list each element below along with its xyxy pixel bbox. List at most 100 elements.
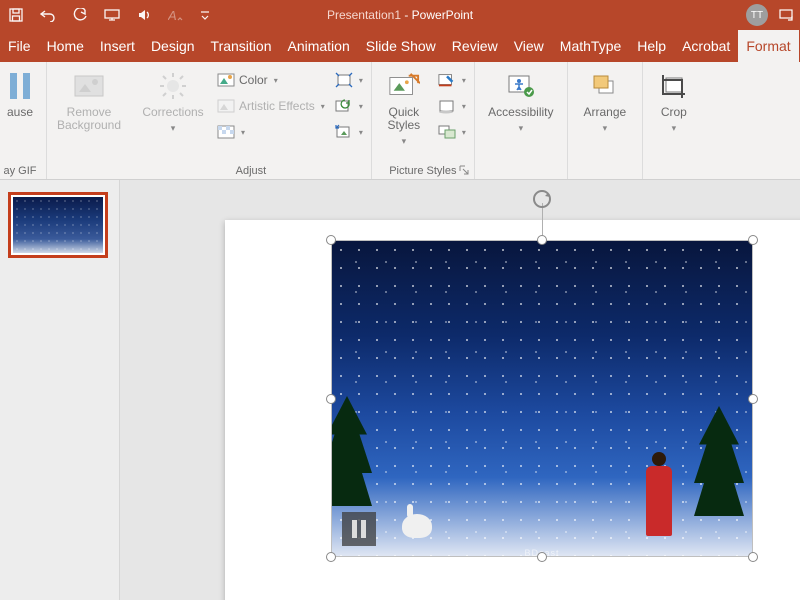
- change-picture-icon: [335, 97, 353, 115]
- chevron-down-icon: ▾: [603, 123, 608, 134]
- chevron-down-icon: ▾: [462, 102, 466, 111]
- tab-design[interactable]: Design: [143, 30, 203, 62]
- compress-pictures-button[interactable]: ▾: [333, 68, 365, 92]
- app-name: PowerPoint: [412, 8, 473, 22]
- chevron-down-icon: ▾: [321, 102, 325, 111]
- accessibility-button[interactable]: Accessibility ▾: [481, 66, 561, 134]
- group-accessibility: Accessibility ▾: [475, 62, 568, 179]
- crop-button[interactable]: Crop ▾: [649, 66, 699, 134]
- workspace: BDcast: [0, 180, 800, 600]
- slide-thumbnail-panel: [0, 180, 120, 600]
- quick-styles-button[interactable]: Quick Styles ▾: [378, 66, 430, 147]
- picture-layout-icon: [438, 123, 456, 141]
- compress-pictures-icon: [335, 71, 353, 89]
- chevron-down-icon: ▾: [359, 102, 363, 111]
- chevron-down-icon: ▾: [359, 128, 363, 137]
- tab-file[interactable]: File: [0, 30, 39, 62]
- crop-icon: [658, 70, 690, 102]
- ribbon: ause ay GIF Remove Background Correction…: [0, 62, 800, 180]
- resize-handle-sw[interactable]: [326, 552, 336, 562]
- tab-help[interactable]: Help: [629, 30, 674, 62]
- resize-handle-ne[interactable]: [748, 235, 758, 245]
- artistic-effects-icon: [217, 97, 235, 115]
- group-size: Crop ▾: [643, 62, 705, 179]
- dialog-launcher-icon[interactable]: [459, 164, 471, 176]
- tab-slideshow[interactable]: Slide Show: [358, 30, 444, 62]
- quick-access-toolbar: A: [0, 7, 210, 23]
- tab-review[interactable]: Review: [444, 30, 506, 62]
- thumbnail-preview: [13, 197, 103, 253]
- pause-gif-button[interactable]: ause: [0, 66, 40, 119]
- group-picture-styles: Quick Styles ▾ ▾ ▾ ▾ Picture Styles: [372, 62, 475, 179]
- transparency-button[interactable]: ▾: [215, 120, 327, 144]
- figure-girl: [646, 466, 672, 536]
- chevron-down-icon: ▾: [462, 76, 466, 85]
- arrange-icon: [589, 70, 621, 102]
- title-bar: A Presentation1 - PowerPoint TT: [0, 0, 800, 30]
- selected-picture[interactable]: BDcast: [332, 241, 752, 556]
- chevron-down-icon: ▾: [462, 128, 466, 137]
- tab-view[interactable]: View: [506, 30, 552, 62]
- arrange-button[interactable]: Arrange ▾: [574, 66, 636, 134]
- figure-rabbit: [402, 514, 432, 538]
- redo-icon[interactable]: [72, 7, 88, 23]
- remove-background-button[interactable]: Remove Background: [53, 66, 125, 132]
- picture-border-icon: [438, 71, 456, 89]
- ribbon-display-options-icon[interactable]: [778, 7, 794, 23]
- picture-layout-button[interactable]: ▾: [436, 120, 468, 144]
- group-arrange: Arrange ▾: [568, 62, 643, 179]
- group-adjust: Corrections ▾ Color▾ Artistic Effects▾ ▾: [131, 62, 372, 179]
- svg-text:A: A: [168, 8, 177, 22]
- chevron-down-icon: ▾: [672, 123, 677, 134]
- ribbon-tab-strip: File Home Insert Design Transition Anima…: [0, 30, 800, 62]
- color-icon: [217, 71, 235, 89]
- user-avatar[interactable]: TT: [746, 4, 768, 26]
- chevron-down-icon: ▾: [274, 76, 278, 85]
- resize-handle-nw[interactable]: [326, 235, 336, 245]
- qat-customize-icon[interactable]: [200, 7, 210, 23]
- group-remove-bg: Remove Background: [47, 62, 131, 179]
- chevron-down-icon: ▾: [171, 123, 176, 134]
- pause-icon: [4, 70, 36, 102]
- change-picture-button[interactable]: ▾: [333, 94, 365, 118]
- picture-content: BDcast: [332, 241, 752, 556]
- picture-effects-icon: [438, 97, 456, 115]
- artistic-effects-button[interactable]: Artistic Effects▾: [215, 94, 327, 118]
- tab-insert[interactable]: Insert: [92, 30, 143, 62]
- undo-icon[interactable]: [40, 7, 56, 23]
- picture-border-button[interactable]: ▾: [436, 68, 468, 92]
- resize-handle-w[interactable]: [326, 394, 336, 404]
- resize-handle-e[interactable]: [748, 394, 758, 404]
- tab-acrobat[interactable]: Acrobat: [674, 30, 738, 62]
- slide-thumbnail-1[interactable]: [8, 192, 108, 258]
- resize-handle-se[interactable]: [748, 552, 758, 562]
- tab-mathtype[interactable]: MathType: [552, 30, 629, 62]
- tab-animations[interactable]: Animation: [279, 30, 357, 62]
- resize-handle-s[interactable]: [537, 552, 547, 562]
- corrections-button[interactable]: Corrections ▾: [137, 66, 209, 134]
- tab-home[interactable]: Home: [39, 30, 92, 62]
- group-play-gif: ause ay GIF: [0, 62, 47, 179]
- resize-handle-n[interactable]: [537, 235, 547, 245]
- chevron-down-icon: ▾: [241, 128, 245, 137]
- picture-effects-button[interactable]: ▾: [436, 94, 468, 118]
- transparency-icon: [217, 123, 235, 141]
- slide-canvas-area[interactable]: BDcast: [120, 180, 800, 600]
- color-button[interactable]: Color▾: [215, 68, 327, 92]
- chevron-down-icon: ▾: [359, 76, 363, 85]
- reset-picture-icon: [335, 123, 353, 141]
- accessibility-icon: [505, 70, 537, 102]
- slideshow-start-icon[interactable]: [104, 7, 120, 23]
- save-icon[interactable]: [8, 7, 24, 23]
- volume-icon[interactable]: [136, 7, 152, 23]
- gif-pause-overlay-button[interactable]: [342, 512, 376, 546]
- remove-background-icon: [73, 70, 105, 102]
- document-name: Presentation1: [327, 8, 401, 22]
- chevron-down-icon: ▾: [402, 136, 407, 147]
- reset-picture-button[interactable]: ▾: [333, 120, 365, 144]
- tab-format[interactable]: Format: [738, 30, 798, 62]
- rotation-handle[interactable]: [530, 187, 554, 211]
- quick-styles-icon: [388, 70, 420, 102]
- font-format-icon[interactable]: A: [168, 7, 184, 23]
- tab-transitions[interactable]: Transition: [203, 30, 280, 62]
